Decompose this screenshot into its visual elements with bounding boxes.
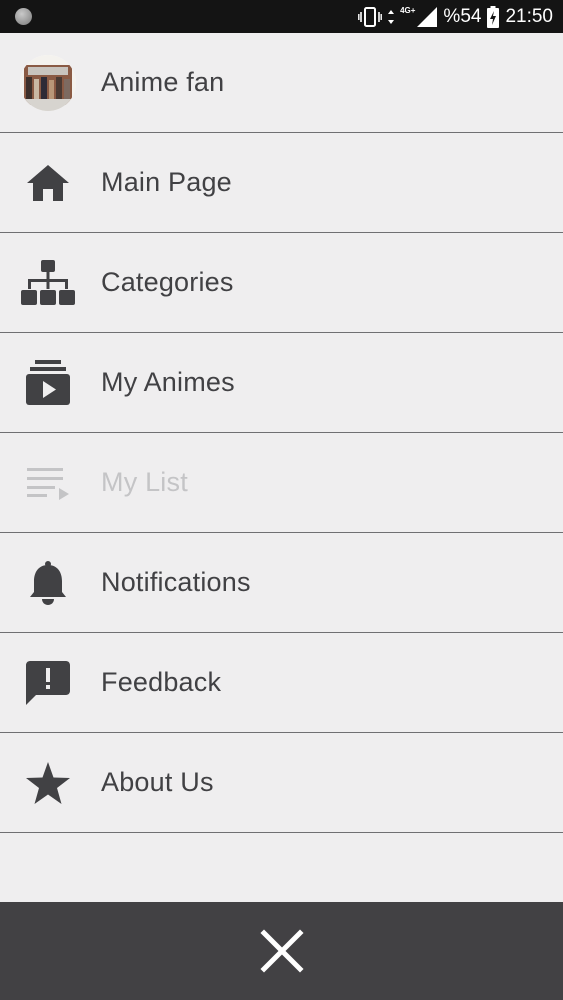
menu-item-label: Notifications [101, 567, 251, 597]
menu-item-my-animes[interactable]: My Animes [0, 333, 563, 433]
bell-icon [20, 555, 76, 611]
menu-item-label: My List [101, 467, 188, 497]
menu-item-my-list[interactable]: My List [0, 433, 563, 533]
menu-item-feedback[interactable]: Feedback [0, 633, 563, 733]
menu-item-label: Categories [101, 267, 234, 297]
sitemap-icon [20, 255, 76, 311]
menu-item-label: Feedback [101, 667, 222, 697]
star-icon [20, 755, 76, 811]
menu-item-label: Main Page [101, 167, 232, 197]
home-icon [20, 155, 76, 211]
data-arrows-icon [388, 9, 395, 24]
menu-item-label: My Animes [101, 367, 235, 397]
navigation-drawer-menu: Anime fan Main Page Categories My Animes… [0, 33, 563, 833]
playlist-play-icon [20, 455, 76, 511]
menu-item-categories[interactable]: Categories [0, 233, 563, 333]
menu-item-label: Anime fan [101, 67, 225, 97]
feedback-icon [20, 655, 76, 711]
notification-dot-icon [15, 8, 32, 25]
battery-charging-icon [487, 5, 500, 28]
battery-level: %54 [443, 5, 482, 27]
menu-item-about-us[interactable]: About Us [0, 733, 563, 833]
video-library-icon [20, 355, 76, 411]
status-icons: 4G+ %54 21:50 [358, 0, 553, 33]
network-type-label: 4G+ [400, 6, 416, 15]
menu-item-main-page[interactable]: Main Page [0, 133, 563, 233]
signal-icon [417, 6, 438, 27]
clock-time: 21:50 [505, 5, 553, 27]
menu-item-label: About Us [101, 767, 214, 797]
bottom-close-bar [0, 902, 563, 1000]
profile-avatar [20, 54, 76, 111]
status-bar: 4G+ %54 21:50 [0, 0, 563, 33]
close-icon [259, 929, 304, 973]
menu-item-profile[interactable]: Anime fan [0, 33, 563, 133]
close-button[interactable] [252, 921, 312, 981]
vibrate-icon [358, 6, 382, 27]
menu-item-notifications[interactable]: Notifications [0, 533, 563, 633]
